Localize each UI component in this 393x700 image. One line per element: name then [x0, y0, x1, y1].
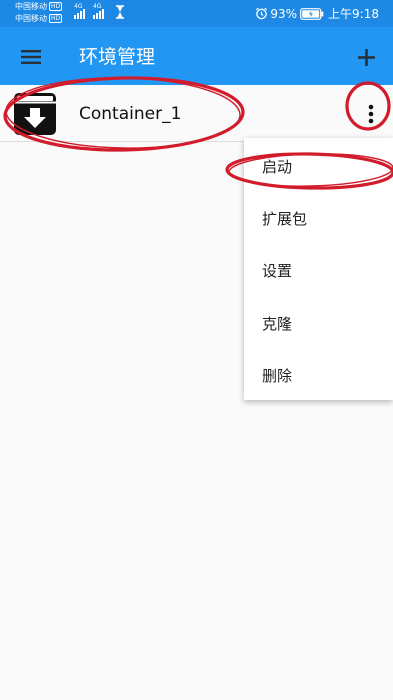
alarm-clock-icon	[256, 7, 268, 20]
download-box-icon	[14, 93, 56, 135]
more-options-button[interactable]	[355, 95, 387, 133]
menu-item-settings[interactable]: 设置	[244, 244, 393, 296]
carrier-1-label: 中国移动	[15, 2, 47, 11]
carrier-info: 中国移动 HD 中国移动 HD	[15, 1, 63, 25]
container-list-item[interactable]: Container_1	[0, 85, 393, 142]
network-type-label-1: 4G	[74, 3, 83, 10]
battery-icon	[300, 7, 324, 20]
menu-item-clone[interactable]: 克隆	[244, 297, 393, 349]
hourglass-icon	[116, 5, 124, 19]
signal-1-icon: 4G	[74, 3, 86, 19]
status-right: 93% 上午9:18	[255, 0, 379, 27]
context-menu: 启动 扩展包 设置 克隆 删除	[244, 138, 393, 400]
hd-badge-1: HD	[49, 2, 63, 11]
hd-badge-2: HD	[49, 14, 63, 23]
network-type-label-2: 4G	[93, 3, 102, 10]
battery-percent: 93%	[270, 6, 298, 21]
status-bar: 中国移动 HD 中国移动 HD 4G 4G 93% 上午9:18	[0, 0, 393, 27]
add-container-button[interactable]	[347, 37, 385, 77]
menu-item-extensions[interactable]: 扩展包	[244, 192, 393, 244]
carrier-2-label: 中国移动	[15, 14, 47, 23]
vertical-dots-icon	[368, 104, 374, 124]
page-title: 环境管理	[79, 46, 156, 68]
clock-time: 上午9:18	[328, 7, 379, 21]
app-bar: 环境管理	[0, 27, 393, 85]
plus-icon	[357, 48, 375, 66]
menu-item-delete[interactable]: 删除	[244, 349, 393, 401]
signal-2-icon: 4G	[93, 3, 105, 19]
menu-item-start[interactable]: 启动	[244, 140, 393, 192]
container-name: Container_1	[79, 104, 182, 124]
hamburger-menu-icon[interactable]	[11, 40, 51, 74]
